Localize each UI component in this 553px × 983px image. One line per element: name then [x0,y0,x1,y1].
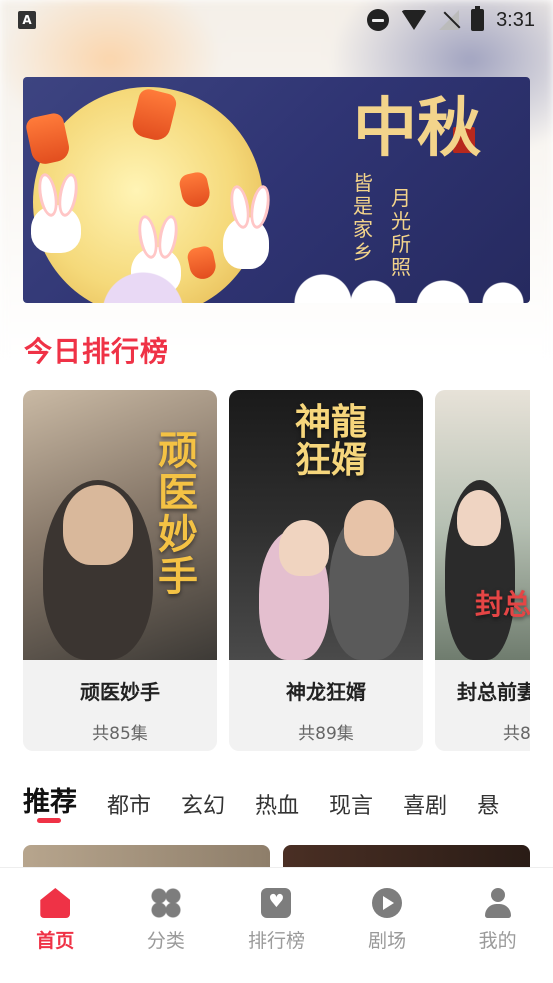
app-notification-icon: A [18,11,36,29]
tab-passion[interactable]: 热血 [255,788,299,820]
battery-charging-icon [471,6,485,31]
nav-label: 剧场 [368,930,407,952]
drama-poster: 顽医妙手 [23,390,217,660]
drama-card[interactable]: 封总前 封总前妻 共8 [435,390,530,751]
clouds-illustration [23,263,530,303]
poster-face [279,520,329,576]
nav-label: 排行榜 [247,930,305,952]
poster-title-art: 神龍狂婿 [295,401,368,481]
status-time: 3:31 [496,8,535,31]
nav-ranking[interactable]: 排行榜 [221,868,332,983]
theater-icon [372,888,403,918]
episode-count: 共8 [503,724,530,744]
tab-fantasy[interactable]: 玄幻 [181,788,225,820]
nav-label: 分类 [146,930,185,952]
drama-title: 顽医妙手 [80,680,160,704]
tab-comedy[interactable]: 喜剧 [403,788,447,820]
episode-count: 共89集 [298,724,354,744]
promo-banner[interactable]: 中秋 皆是家乡 月光所照 [23,77,530,303]
feed-card[interactable] [23,845,270,869]
tab-urban[interactable]: 都市 [107,788,151,820]
poster-face [63,485,133,565]
banner-subtitle-left: 皆是家乡 [353,171,373,264]
ranking-section-title: 今日排行榜 [24,335,170,368]
drama-card[interactable]: 神龍狂婿 神龙狂婿 共89集 [229,390,423,751]
rank-icon [261,888,292,918]
bottom-navigation: 首页 分类 排行榜 剧场 我的 [0,867,553,983]
nav-home[interactable]: 首页 [0,868,111,983]
wifi-icon [401,10,428,30]
drama-card[interactable]: 顽医妙手 顽医妙手 共85集 [23,390,217,751]
no-signal-icon [439,10,460,30]
do-not-disturb-icon [367,9,390,31]
rabbit-illustration [31,205,81,253]
nav-profile[interactable]: 我的 [442,868,553,983]
drama-poster: 封总前 [435,390,530,660]
drama-title: 神龙狂婿 [286,680,366,704]
poster-title-art: 顽医妙手 [158,427,198,600]
status-bar: A 3:31 [0,0,553,40]
poster-title-art: 封总前 [475,588,530,621]
profile-icon [483,888,513,918]
category-tabs[interactable]: 推荐 都市 玄幻 热血 现言 喜剧 悬 [23,778,553,828]
banner-subtitle-right: 月光所照 [391,186,411,279]
rabbit-illustration [223,217,269,269]
episode-count: 共85集 [92,724,148,744]
feed-card[interactable] [283,845,530,869]
tab-recommend[interactable]: 推荐 [23,780,77,823]
nav-label: 我的 [478,930,517,952]
banner-title: 中秋 [353,91,481,166]
recommend-feed[interactable] [23,845,530,869]
nav-label: 首页 [36,930,75,952]
tab-suspense[interactable]: 悬 [477,788,499,820]
nav-category[interactable]: 分类 [111,868,222,983]
home-icon [40,888,71,918]
poster-face [457,490,501,546]
category-icon [150,888,181,918]
drama-title: 封总前妻 [457,680,530,704]
nav-theater[interactable]: 剧场 [332,868,443,983]
drama-poster: 神龍狂婿 [229,390,423,660]
poster-face [344,500,394,556]
ranking-list[interactable]: 顽医妙手 顽医妙手 共85集 神龍狂婿 神龙狂婿 共89集 封总前 封总前妻 共… [23,390,530,752]
tab-modern-romance[interactable]: 现言 [329,788,373,820]
